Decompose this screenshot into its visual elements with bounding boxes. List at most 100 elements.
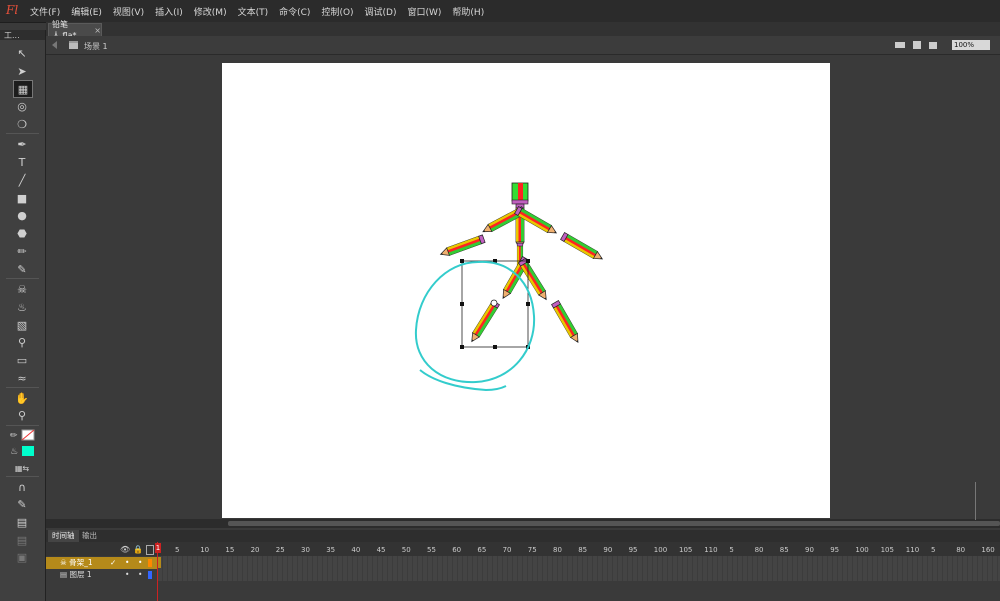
scrollbar-thumb[interactable] (228, 521, 1000, 526)
frame-number: 10 (200, 546, 210, 554)
ink-bottle-tool-icon[interactable]: ▧ (13, 317, 31, 333)
swap-colors-icon[interactable]: ▦⇆ (13, 460, 31, 476)
zoom-select[interactable]: 100% (952, 40, 990, 50)
paint-bucket-tool-icon[interactable]: ♨ (13, 299, 31, 315)
bone-tool-icon[interactable]: ☠ (13, 281, 31, 297)
keyframe-armature[interactable] (158, 557, 161, 568)
menu-item-0[interactable]: 文件(F) (30, 5, 60, 18)
frame-number: 95 (628, 546, 638, 554)
outline-icon[interactable] (146, 545, 154, 555)
menu-item-6[interactable]: 命令(C) (279, 5, 310, 18)
right-shin (551, 300, 582, 345)
tools-panel-header: 工... (0, 30, 45, 40)
hand-tool-icon[interactable]: ✋ (13, 390, 31, 406)
timeline-tabs-bar (46, 530, 1000, 542)
close-icon[interactable]: × (94, 26, 101, 35)
frame-number: 80 (754, 546, 764, 554)
svg-text:♨: ♨ (10, 447, 18, 457)
layer-row-armature[interactable]: ☠ 骨架_1 ✓ • • (46, 557, 158, 569)
annotation-stroke (414, 260, 536, 392)
edit-bar (46, 36, 1000, 55)
frame-number: 100 (855, 546, 869, 554)
frame-number: 95 (830, 546, 840, 554)
layer-row-layer1[interactable]: ▤ 图层 1 • • (46, 569, 158, 581)
frame-number: 75 (527, 546, 537, 554)
menu-item-8[interactable]: 调试(D) (365, 5, 397, 18)
selection-tool-icon[interactable]: ↖ (13, 45, 31, 61)
frame-number: 110 (905, 546, 920, 554)
frame-grid[interactable] (158, 556, 1000, 581)
line-tool-icon[interactable]: ╱ (13, 172, 31, 188)
frame-number: 55 (427, 546, 436, 554)
tools-panel-title: 工... (4, 31, 20, 40)
edit-symbol-icon (913, 41, 921, 49)
frame-number: 80 (553, 546, 562, 554)
fill-color-swatch[interactable]: ♨ (10, 445, 36, 457)
frame-number: 45 (376, 546, 386, 554)
layer-name: 图层 1 (69, 570, 92, 579)
frame-number: 105 (679, 546, 693, 554)
eyedropper-tool-icon[interactable]: ⚲ (13, 334, 31, 350)
tab-output[interactable]: 输出 (78, 530, 101, 542)
3d-rotation-tool-icon[interactable]: ◎ (13, 98, 31, 114)
frame-number: 40 (351, 546, 361, 554)
layer-color-chip (148, 559, 152, 567)
polystar-tool-icon[interactable]: ⬣ (13, 225, 31, 241)
center-stage-icon (929, 42, 937, 49)
menu-list: 文件(F) 编辑(E) 视图(V) 插入(I) 修改(M) 文本(T) 命令(C) 控制(O)… (30, 5, 484, 18)
zoom-tool-icon[interactable]: ⚲ (13, 407, 31, 423)
frame-number: 35 (326, 546, 336, 554)
frame-number: 25 (275, 546, 285, 554)
option-icon-disabled-2: ▣ (16, 550, 28, 564)
frame-number: 15 (225, 546, 235, 554)
oval-tool-icon[interactable]: ● (13, 207, 31, 223)
flash-logo: Fl (6, 3, 19, 17)
menu-item-3[interactable]: 插入(I) (155, 5, 183, 18)
frame-number: 65 (477, 546, 487, 554)
frame-number: 50 (401, 546, 411, 554)
menu-item-2[interactable]: 视图(V) (113, 5, 144, 18)
layer-color-chip (148, 571, 152, 579)
vertical-scrollbar[interactable] (975, 482, 976, 520)
svg-text:✏: ✏ (10, 431, 18, 441)
frame-number: 90 (603, 546, 613, 554)
frame-number: 90 (805, 546, 814, 554)
subselection-tool-icon[interactable]: ➤ (13, 63, 31, 79)
eraser-tool-icon[interactable]: ▭ (13, 352, 31, 368)
menu-item-1[interactable]: 编辑(E) (71, 5, 102, 18)
frame-number: 110 (704, 546, 718, 554)
text-tool-icon[interactable]: T (13, 154, 31, 170)
visibility-eye-icon[interactable]: 👁 (120, 545, 130, 554)
rectangle-tool-icon[interactable]: ■ (13, 190, 31, 206)
frame-number: 30 (301, 546, 310, 554)
menu-item-10[interactable]: 帮助(H) (452, 5, 484, 18)
pencil-tool-icon[interactable]: ✏ (13, 243, 31, 259)
brush-tool-icon[interactable]: ✎ (13, 261, 31, 277)
menu-item-4[interactable]: 修改(M) (194, 5, 227, 18)
stroke-color-swatch[interactable]: ✏ (10, 429, 36, 441)
frame-number: 105 (880, 546, 894, 554)
layer-name: 骨架_1 (69, 558, 93, 567)
lock-icon[interactable]: 🔒 (133, 545, 143, 554)
lasso-tool-icon[interactable]: ❍ (13, 116, 31, 132)
frame-number: 85 (779, 546, 789, 554)
menu-item-5[interactable]: 文本(T) (238, 5, 269, 18)
frame-number: 60 (452, 546, 462, 554)
fill-color-chip (22, 446, 34, 456)
annotation-circle (414, 260, 536, 392)
smooth-icon[interactable]: ✎ (13, 496, 31, 512)
pen-tool-icon[interactable]: ✒ (13, 136, 31, 152)
frame-number: 5 (729, 546, 734, 554)
menu-item-9[interactable]: 窗口(W) (408, 5, 442, 18)
frame-number: 80 (956, 546, 966, 554)
width-tool-icon[interactable]: ≈ (13, 370, 31, 386)
menu-item-7[interactable]: 控制(O) (321, 5, 353, 18)
free-transform-tool-icon[interactable]: ▦ (13, 80, 33, 98)
frame-number: 20 (250, 546, 260, 554)
bone-icon: ☠ (60, 558, 67, 567)
straighten-icon[interactable]: ▤ (13, 514, 31, 530)
frame-number: 70 (502, 546, 512, 554)
tab-timeline[interactable]: 时间轴 (48, 530, 79, 542)
snap-to-objects-icon[interactable]: ∩ (13, 479, 31, 495)
document-tab[interactable]: 铅笔人.fla* × (48, 20, 102, 40)
